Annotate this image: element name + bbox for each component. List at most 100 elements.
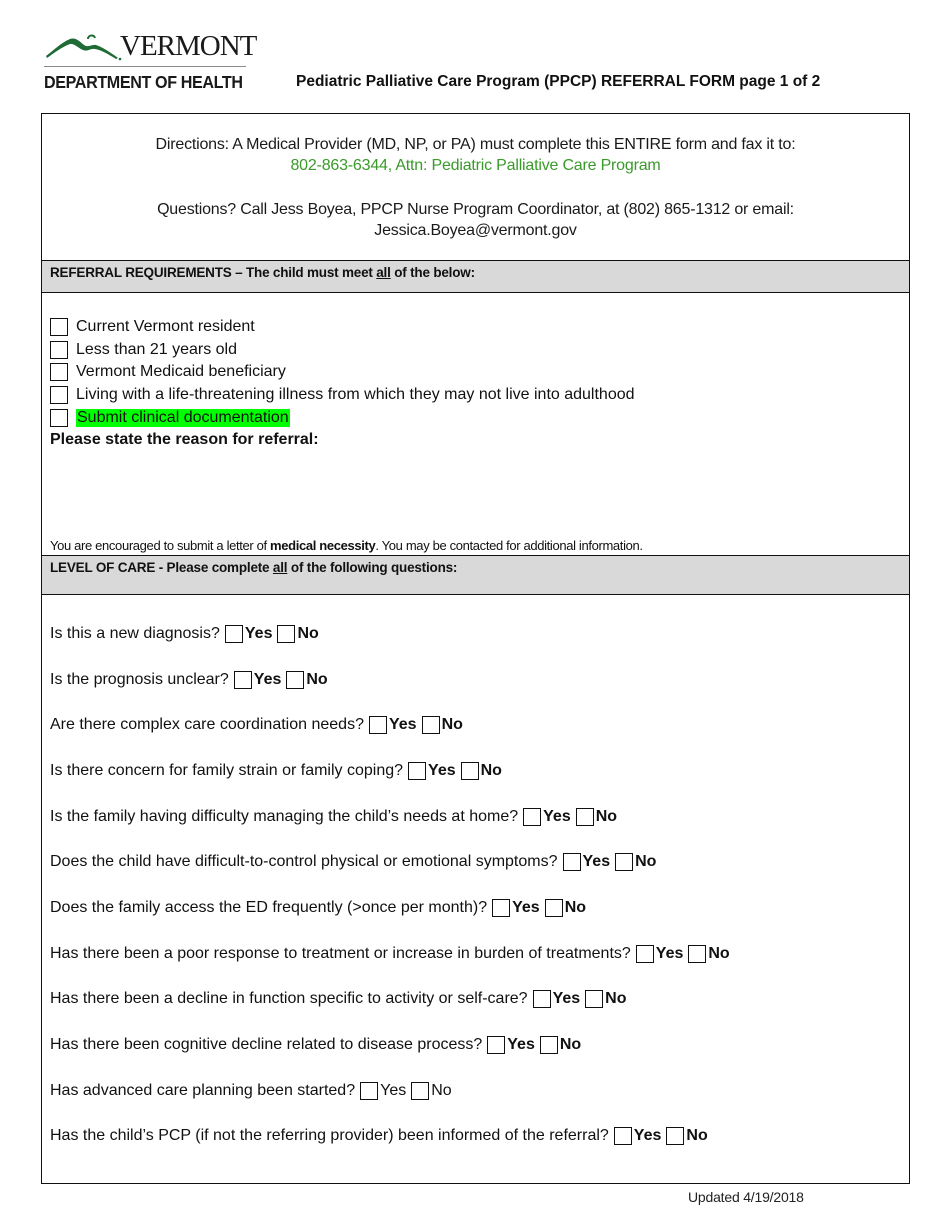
requirement-checkbox[interactable] bbox=[50, 340, 68, 359]
header-text: REFERRAL REQUIREMENTS – The child must m… bbox=[50, 265, 377, 280]
no-checkbox[interactable] bbox=[421, 716, 440, 735]
question-row: Is there concern for family strain or fa… bbox=[50, 748, 909, 794]
yes-label: Yes bbox=[428, 761, 456, 779]
no-label: No bbox=[441, 716, 463, 734]
requirement-item: Vermont Medicaid beneficiary bbox=[50, 361, 901, 384]
no-checkbox[interactable] bbox=[460, 761, 479, 780]
question-row: Has there been a poor response to treatm… bbox=[50, 931, 909, 977]
no-checkbox[interactable] bbox=[666, 1127, 685, 1146]
question-text: Is the family having difficulty managing… bbox=[50, 807, 519, 825]
contact-email[interactable]: Jessica.Boyea@vermont.gov bbox=[42, 220, 909, 241]
yes-checkbox[interactable] bbox=[233, 670, 252, 689]
no-checkbox[interactable] bbox=[585, 990, 604, 1009]
requirement-label: Vermont Medicaid beneficiary bbox=[76, 363, 286, 381]
yes-checkbox[interactable] bbox=[562, 853, 581, 872]
yes-checkbox[interactable] bbox=[613, 1127, 632, 1146]
logo-divider bbox=[44, 66, 246, 67]
question-row: Has advanced care planning been started?… bbox=[50, 1068, 909, 1114]
no-label: No bbox=[480, 761, 502, 779]
requirements-list: Current Vermont resident Less than 21 yea… bbox=[50, 316, 901, 429]
yes-checkbox[interactable] bbox=[487, 1036, 506, 1055]
yes-checkbox[interactable] bbox=[360, 1081, 379, 1100]
no-checkbox[interactable] bbox=[688, 944, 707, 963]
no-checkbox[interactable] bbox=[411, 1081, 430, 1100]
question-text: Has advanced care planning been started? bbox=[50, 1081, 356, 1099]
requirement-checkbox[interactable] bbox=[50, 386, 68, 405]
yes-label: Yes bbox=[633, 1127, 662, 1145]
questions-text: Questions? Call Jess Boyea, PPCP Nurse P… bbox=[157, 201, 794, 218]
yes-checkbox[interactable] bbox=[408, 761, 427, 780]
question-text: Has there been a poor response to treatm… bbox=[50, 944, 631, 962]
question-text: Is the prognosis unclear? bbox=[50, 670, 229, 688]
note-text: You are encouraged to submit a letter of bbox=[50, 538, 271, 553]
vermont-health-logo: VERMONT DEPARTMENT OF HEALTH bbox=[44, 30, 257, 93]
yes-checkbox[interactable] bbox=[224, 624, 243, 643]
no-label: No bbox=[559, 1036, 582, 1054]
no-checkbox[interactable] bbox=[575, 807, 594, 826]
requirement-checkbox[interactable] bbox=[50, 363, 68, 382]
no-checkbox[interactable] bbox=[615, 853, 634, 872]
requirement-label: Less than 21 years old bbox=[76, 340, 237, 358]
no-label: No bbox=[605, 990, 627, 1008]
no-label: No bbox=[595, 807, 618, 825]
level-of-care-header: LEVEL OF CARE - Please complete all of t… bbox=[42, 555, 909, 595]
reason-input[interactable] bbox=[50, 449, 901, 529]
yes-label: Yes bbox=[388, 716, 417, 734]
form-title: Pediatric Palliative Care Program (PPCP)… bbox=[296, 73, 821, 90]
requirement-item: Less than 21 years old bbox=[50, 339, 901, 362]
no-label: No bbox=[686, 1127, 708, 1145]
question-text: Is this a new diagnosis? bbox=[50, 624, 220, 642]
header-text: of the following questions: bbox=[287, 560, 458, 575]
yes-label: Yes bbox=[582, 853, 611, 871]
yes-checkbox[interactable] bbox=[368, 716, 387, 735]
question-row: Are there complex care coordination need… bbox=[50, 702, 909, 748]
referral-requirements-header: REFERRAL REQUIREMENTS – The child must m… bbox=[42, 261, 909, 293]
yes-checkbox[interactable] bbox=[635, 944, 654, 963]
header-text: LEVEL OF CARE - Please complete bbox=[50, 560, 273, 575]
question-row: Is the prognosis unclear? Yes No bbox=[50, 657, 909, 703]
question-row: Does the family access the ED frequently… bbox=[50, 885, 909, 931]
directions-text: Directions: A Medical Provider (MD, NP, … bbox=[155, 136, 796, 153]
referral-form: Directions: A Medical Provider (MD, NP, … bbox=[41, 113, 910, 1184]
yes-label: Yes bbox=[655, 944, 684, 962]
question-text: Does the child have difficult-to-control… bbox=[50, 853, 558, 871]
question-row: Has the child’s PCP (if not the referrin… bbox=[50, 1114, 909, 1160]
question-text: Are there complex care coordination need… bbox=[50, 716, 364, 734]
requirement-item: Submit clinical documentation bbox=[50, 406, 901, 429]
yes-label: Yes bbox=[507, 1036, 535, 1054]
no-label: No bbox=[564, 898, 587, 916]
yes-checkbox[interactable] bbox=[492, 898, 511, 917]
question-row: Does the child have difficult-to-control… bbox=[50, 839, 909, 885]
yes-checkbox[interactable] bbox=[532, 990, 551, 1009]
yes-label: Yes bbox=[543, 807, 571, 825]
yes-label: Yes bbox=[244, 624, 273, 642]
requirement-checkbox[interactable] bbox=[50, 408, 68, 427]
note-text: . You may be contacted for additional in… bbox=[375, 538, 643, 553]
fax-number: 802-863-6344, Attn: Pediatric Palliative… bbox=[290, 157, 661, 174]
yes-label: Yes bbox=[253, 670, 282, 688]
question-text: Does the family access the ED frequently… bbox=[50, 898, 488, 916]
question-row: Is this a new diagnosis? Yes No bbox=[50, 611, 909, 657]
reason-label: Please state the reason for referral: bbox=[50, 430, 319, 448]
no-label: No bbox=[306, 670, 328, 688]
question-text: Has there been cognitive decline related… bbox=[50, 1036, 483, 1054]
no-label: No bbox=[431, 1081, 452, 1099]
encouragement-note: You are encouraged to submit a letter of… bbox=[50, 538, 643, 553]
question-row: Has there been a decline in function spe… bbox=[50, 977, 909, 1023]
no-label: No bbox=[635, 853, 657, 871]
no-checkbox[interactable] bbox=[277, 624, 296, 643]
yes-checkbox[interactable] bbox=[523, 807, 542, 826]
question-text: Has the child’s PCP (if not the referrin… bbox=[50, 1127, 609, 1145]
requirement-item: Living with a life-threatening illness f… bbox=[50, 384, 901, 407]
no-label: No bbox=[708, 944, 730, 962]
no-checkbox[interactable] bbox=[286, 670, 305, 689]
no-checkbox[interactable] bbox=[539, 1036, 558, 1055]
no-label: No bbox=[297, 624, 319, 642]
mountain-logo-icon bbox=[46, 34, 122, 61]
header-emphasis: all bbox=[376, 265, 391, 280]
requirement-label: Submit clinical documentation bbox=[76, 408, 290, 427]
note-emphasis: medical necessity bbox=[270, 538, 376, 553]
requirement-label: Living with a life-threatening illness f… bbox=[76, 386, 635, 404]
requirement-checkbox[interactable] bbox=[50, 318, 68, 337]
no-checkbox[interactable] bbox=[544, 898, 563, 917]
